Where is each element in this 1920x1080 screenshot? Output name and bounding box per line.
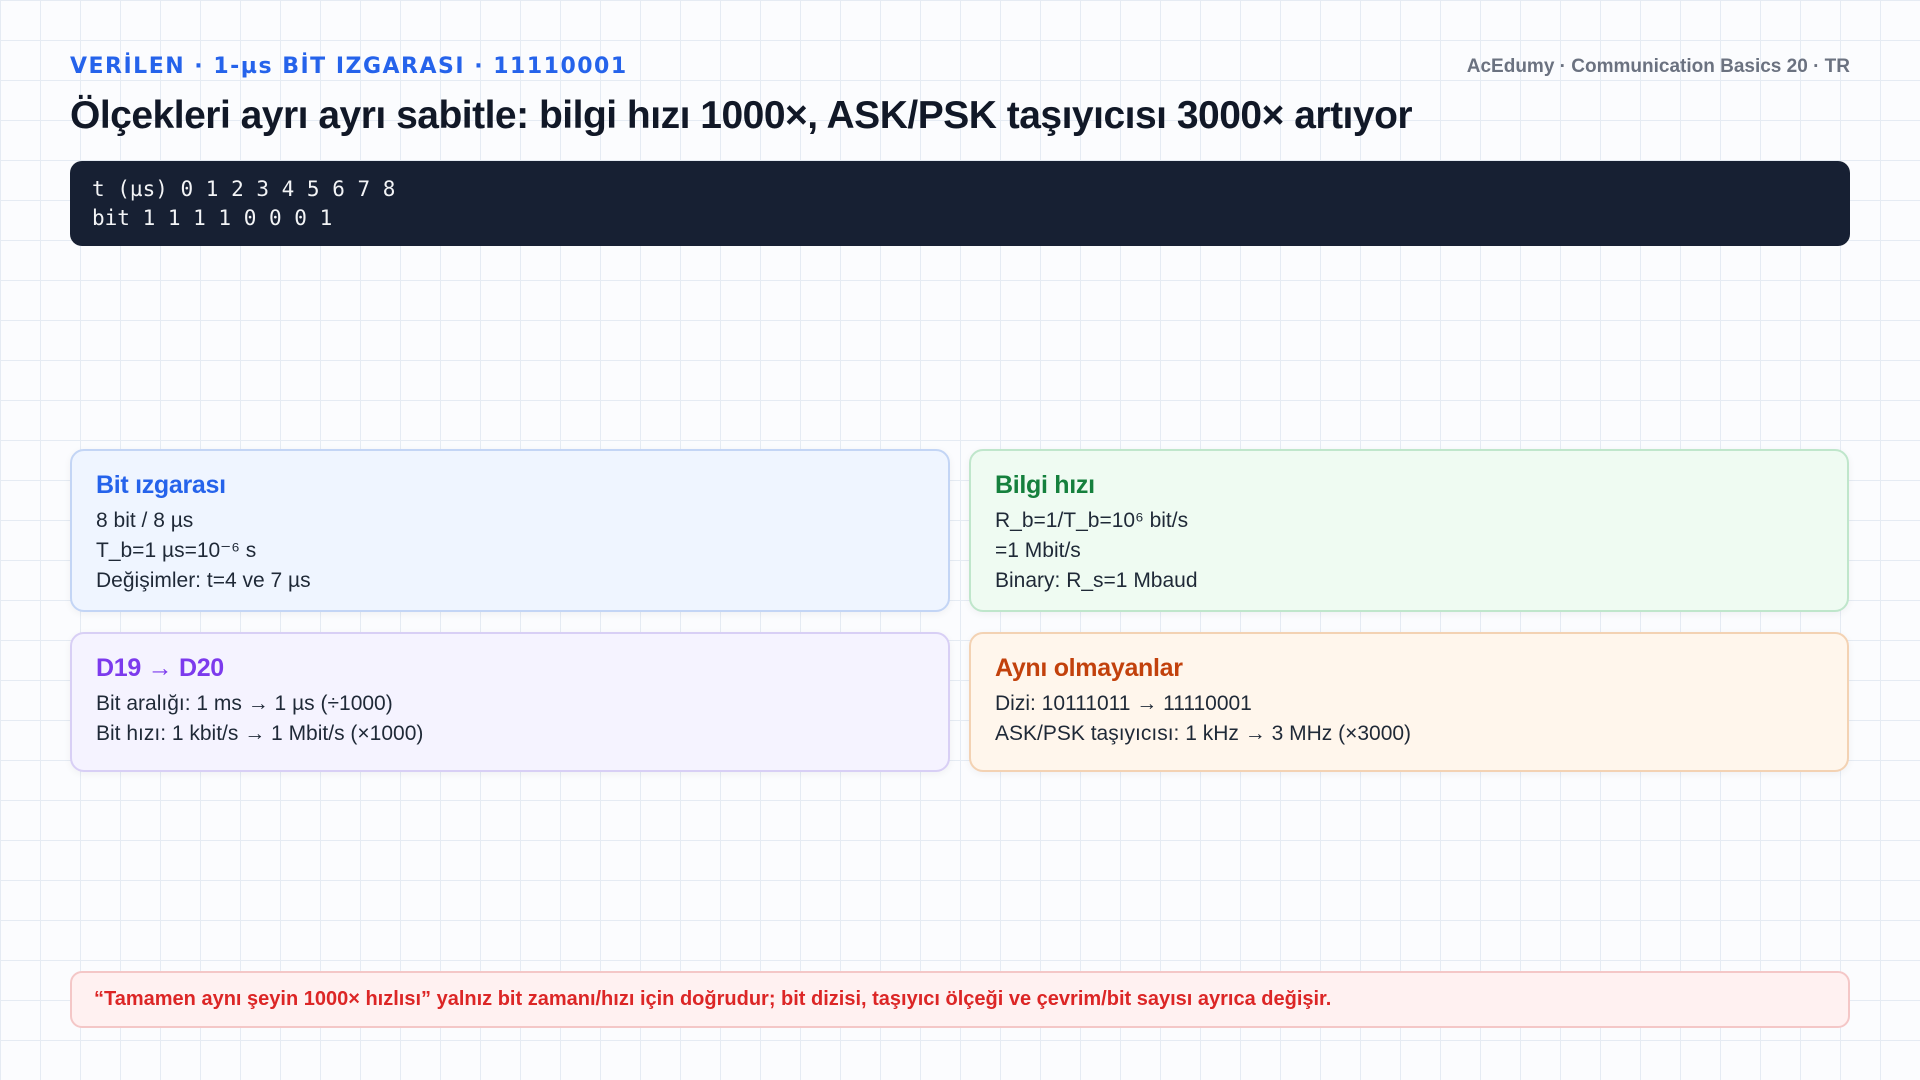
card-info-rate: Bilgi hızı R_b=1/T_b=10⁶ bit/s =1 Mbit/s… bbox=[969, 449, 1849, 612]
card-line: R_b=1/T_b=10⁶ bit/s bbox=[995, 509, 1189, 532]
card-line: Değişimler: t=4 ve 7 µs bbox=[96, 569, 311, 592]
card-line: 8 bit / 8 µs bbox=[96, 509, 194, 532]
card-not-same: Aynı olmayanlar Dizi: 10111011 → 1111000… bbox=[969, 632, 1849, 772]
card-line: =1 Mbit/s bbox=[995, 539, 1081, 562]
card-line: Dizi: 10111011 → 11110001 bbox=[995, 692, 1252, 715]
card-title: D19 → D20 bbox=[96, 654, 224, 682]
card-title: Bilgi hızı bbox=[995, 471, 1095, 499]
card-bit-grid: Bit ızgarası 8 bit / 8 µs T_b=1 µs=10⁻⁶ … bbox=[70, 449, 950, 612]
code-line-time: t (µs) 0 1 2 3 4 5 6 7 8 bbox=[92, 177, 396, 201]
card-title: Bit ızgarası bbox=[96, 471, 226, 499]
card-line: Bit hızı: 1 kbit/s → 1 Mbit/s (×1000) bbox=[96, 722, 424, 745]
section-kicker: VERİLEN · 1-µs BİT IZGARASI · 11110001 bbox=[70, 54, 628, 79]
card-d19-d20: D19 → D20 Bit aralığı: 1 ms → 1 µs (÷100… bbox=[70, 632, 950, 772]
card-line: T_b=1 µs=10⁻⁶ s bbox=[96, 539, 257, 562]
code-block: t (µs) 0 1 2 3 4 5 6 7 8 bit 1 1 1 1 0 0… bbox=[70, 161, 1850, 246]
card-line: ASK/PSK taşıyıcısı: 1 kHz → 3 MHz (×3000… bbox=[995, 722, 1412, 745]
card-line: Binary: R_s=1 Mbaud bbox=[995, 569, 1198, 592]
warning-note: “Tamamen aynı şeyin 1000× hızlısı” yalnı… bbox=[70, 971, 1850, 1028]
code-line-bits: bit 1 1 1 1 0 0 0 1 bbox=[92, 206, 333, 230]
page-title: Ölçekleri ayrı ayrı sabitle: bilgi hızı … bbox=[70, 94, 1413, 137]
warning-note-text: “Tamamen aynı şeyin 1000× hızlısı” yalnı… bbox=[94, 988, 1332, 1010]
card-title: Aynı olmayanlar bbox=[995, 654, 1183, 682]
card-line: Bit aralığı: 1 ms → 1 µs (÷1000) bbox=[96, 692, 393, 715]
brand-label: AcEdumy · Communication Basics 20 · TR bbox=[1466, 56, 1850, 77]
